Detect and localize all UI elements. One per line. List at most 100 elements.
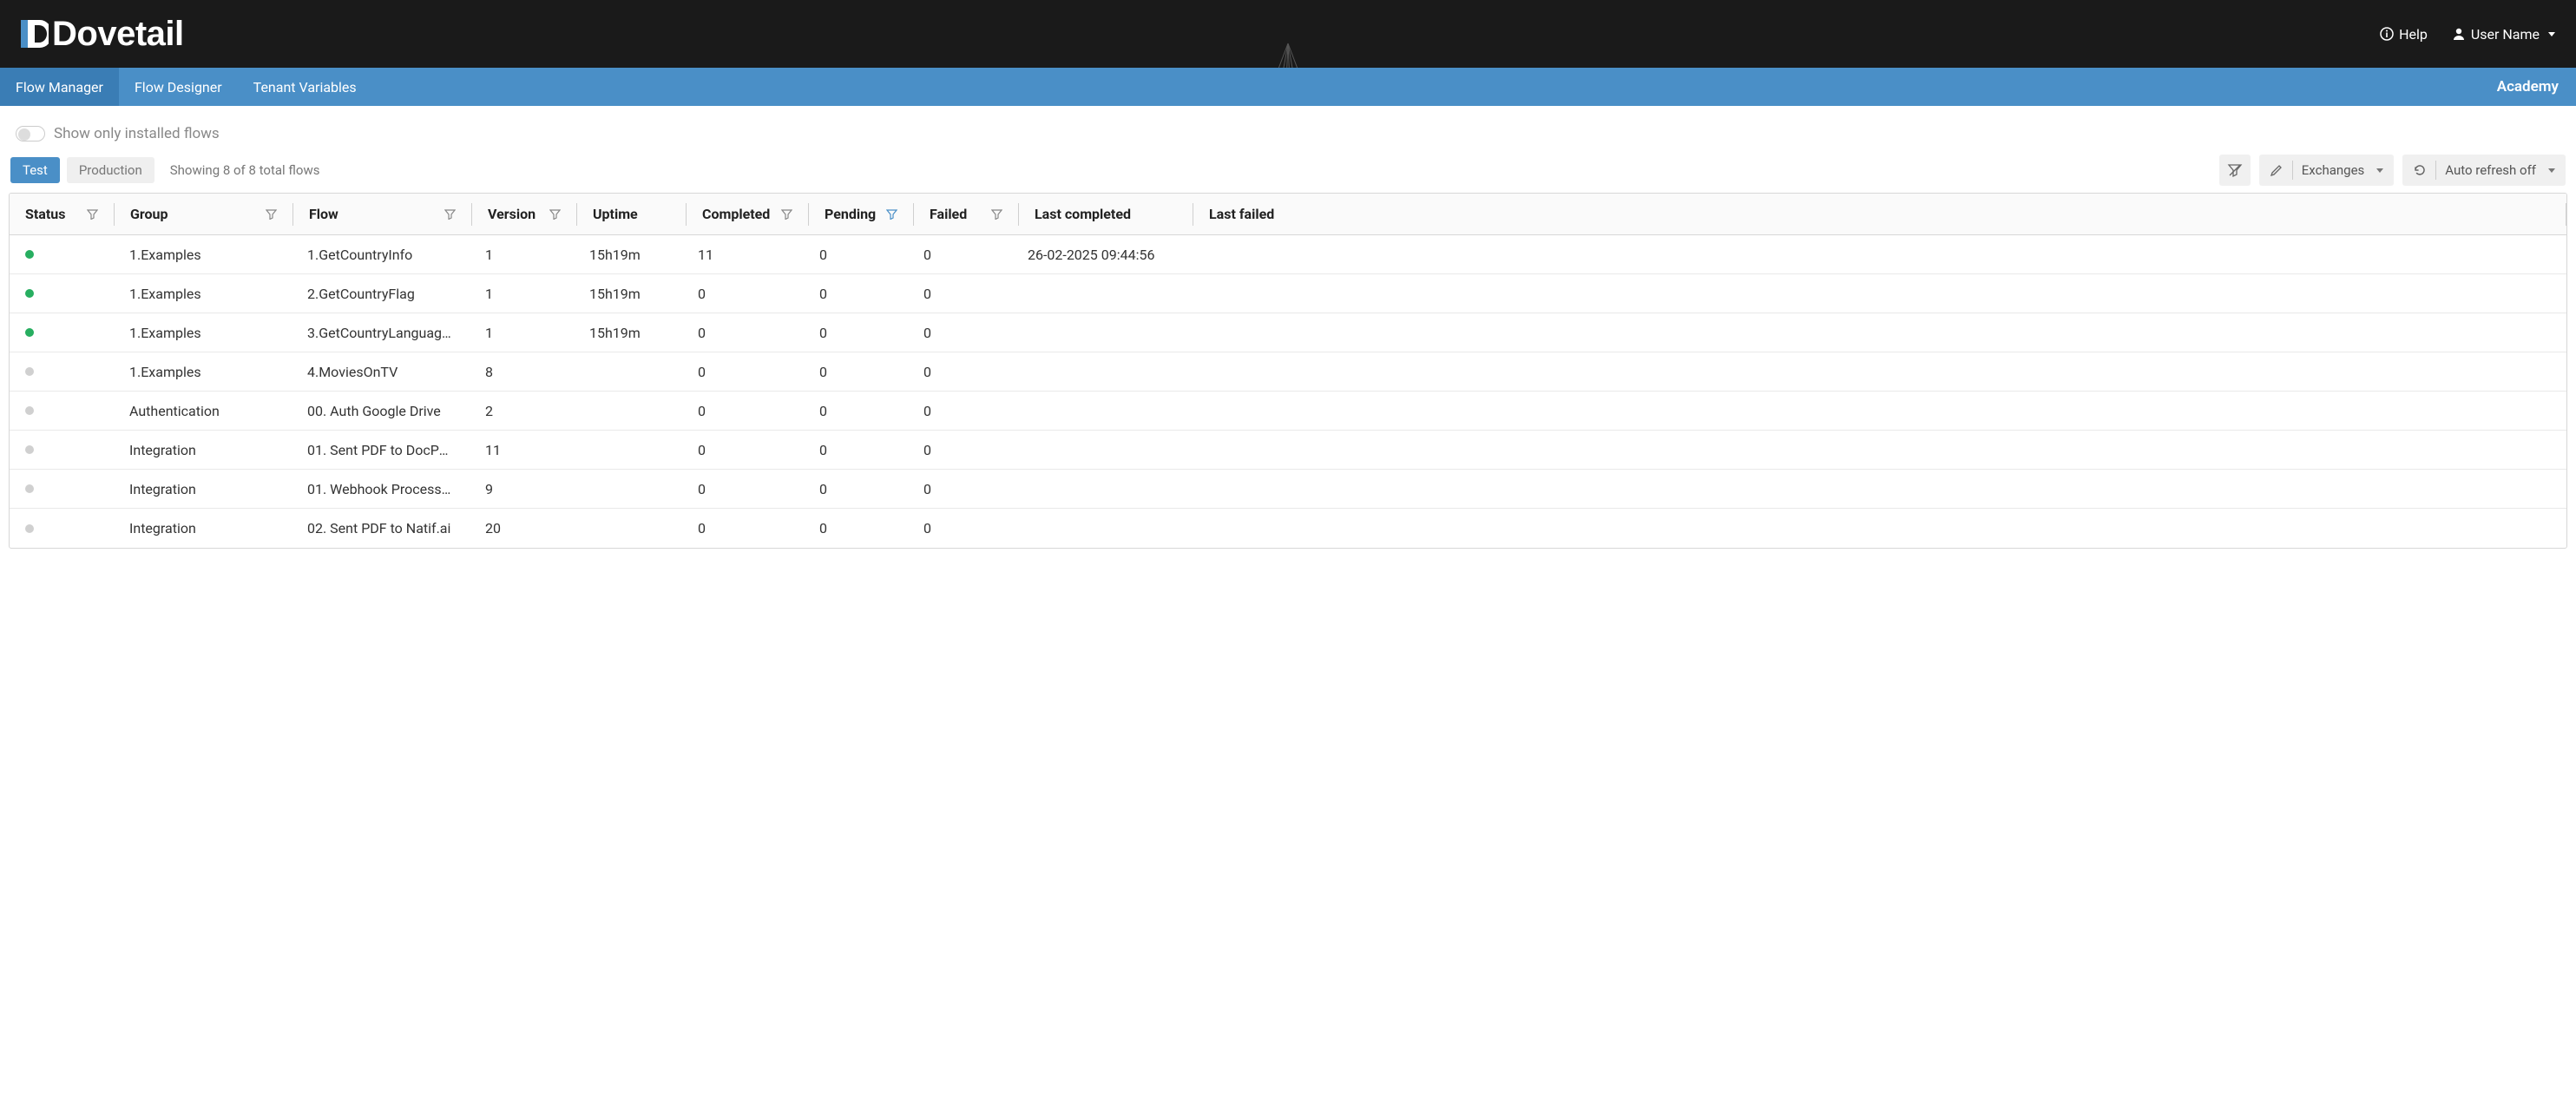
env-tabs: Test Production xyxy=(10,157,154,183)
exchanges-label: Exchanges xyxy=(2302,162,2365,178)
cell-version: 1 xyxy=(470,325,574,341)
pencil-icon xyxy=(2270,163,2284,177)
table-row[interactable]: 1.Examples 1.GetCountryInfo 1 15h19m 11 … xyxy=(10,235,2566,274)
cell-failed: 0 xyxy=(908,403,1012,419)
info-icon xyxy=(2380,27,2394,41)
help-link[interactable]: Help xyxy=(2380,26,2428,43)
cell-flow: 00. Auth Google Drive xyxy=(292,403,470,419)
cell-status xyxy=(10,289,114,298)
toolbar: Test Production Showing 8 of 8 total flo… xyxy=(9,155,2567,193)
auto-refresh-button[interactable]: Auto refresh off xyxy=(2402,155,2566,186)
toolbar-right: Exchanges Auto refresh off xyxy=(2219,155,2566,186)
cell-status xyxy=(10,328,114,337)
th-flow[interactable]: Flow xyxy=(293,206,471,222)
th-status[interactable]: Status xyxy=(10,206,114,222)
table-row[interactable]: Integration 02. Sent PDF to Natif.ai 20 … xyxy=(10,509,2566,548)
status-dot-icon xyxy=(25,445,34,454)
refresh-icon xyxy=(2413,163,2427,177)
cell-status xyxy=(10,406,114,415)
status-dot-icon xyxy=(25,289,34,298)
status-dot-icon xyxy=(25,367,34,376)
cell-group: Authentication xyxy=(114,403,292,419)
cell-group: 1.Examples xyxy=(114,286,292,302)
header-decoration xyxy=(897,0,1679,68)
cell-last-completed: 26-02-2025 09:44:56 xyxy=(1012,247,1186,263)
cell-group: 1.Examples xyxy=(114,364,292,380)
cell-version: 1 xyxy=(470,247,574,263)
filter-icon[interactable] xyxy=(87,208,98,220)
filter-icon[interactable] xyxy=(781,208,792,220)
main-nav: Flow Manager Flow Designer Tenant Variab… xyxy=(0,68,2576,106)
cell-pending: 0 xyxy=(804,247,908,263)
cell-completed: 11 xyxy=(682,247,804,263)
th-pending[interactable]: Pending xyxy=(809,206,913,222)
cell-group: 1.Examples xyxy=(114,247,292,263)
env-tab-production[interactable]: Production xyxy=(67,157,154,183)
brand-name: Dovetail xyxy=(52,15,184,54)
nav-tabs: Flow Manager Flow Designer Tenant Variab… xyxy=(0,68,372,106)
toggle-knob xyxy=(18,128,30,141)
installed-flows-toggle[interactable] xyxy=(16,126,45,142)
th-last-failed[interactable]: Last failed xyxy=(1193,206,2566,222)
cell-completed: 0 xyxy=(682,364,804,380)
th-completed[interactable]: Completed xyxy=(687,206,808,222)
table-row[interactable]: 1.Examples 2.GetCountryFlag 1 15h19m 0 0… xyxy=(10,274,2566,313)
cell-flow: 1.GetCountryInfo xyxy=(292,247,470,263)
cell-uptime: 15h19m xyxy=(574,325,682,341)
cell-version: 20 xyxy=(470,520,574,536)
table-body: 1.Examples 1.GetCountryInfo 1 15h19m 11 … xyxy=(10,235,2566,548)
installed-filter-row: Show only installed flows xyxy=(9,120,2567,155)
cell-flow: 2.GetCountryFlag xyxy=(292,286,470,302)
nav-tab-flow-manager[interactable]: Flow Manager xyxy=(0,68,119,106)
table-row[interactable]: Integration 01. Webhook Processe… 9 0 0 … xyxy=(10,470,2566,509)
nav-tab-flow-designer[interactable]: Flow Designer xyxy=(119,68,238,106)
nav-right-academy[interactable]: Academy xyxy=(2497,68,2559,106)
cell-failed: 0 xyxy=(908,364,1012,380)
user-menu[interactable]: User Name xyxy=(2452,26,2555,43)
status-dot-icon xyxy=(25,406,34,415)
env-tab-test[interactable]: Test xyxy=(10,157,60,183)
cell-version: 1 xyxy=(470,286,574,302)
table-row[interactable]: 1.Examples 4.MoviesOnTV 8 0 0 0 xyxy=(10,352,2566,392)
chevron-down-icon xyxy=(2548,32,2555,36)
filter-icon[interactable] xyxy=(444,208,456,220)
filter-icon[interactable] xyxy=(991,208,1002,220)
brand-logo[interactable]: Dovetail xyxy=(21,15,184,54)
cell-pending: 0 xyxy=(804,403,908,419)
cell-version: 9 xyxy=(470,481,574,497)
cell-failed: 0 xyxy=(908,520,1012,536)
auto-refresh-label: Auto refresh off xyxy=(2445,162,2536,178)
cell-completed: 0 xyxy=(682,286,804,302)
cell-pending: 0 xyxy=(804,325,908,341)
result-count: Showing 8 of 8 total flows xyxy=(170,162,320,178)
cell-status xyxy=(10,367,114,376)
cell-status xyxy=(10,524,114,533)
cell-uptime: 15h19m xyxy=(574,247,682,263)
table-row[interactable]: Authentication 00. Auth Google Drive 2 0… xyxy=(10,392,2566,431)
filter-icon[interactable] xyxy=(549,208,561,220)
cell-group: Integration xyxy=(114,520,292,536)
nav-tab-tenant-variables[interactable]: Tenant Variables xyxy=(238,68,372,106)
cell-failed: 0 xyxy=(908,247,1012,263)
th-uptime[interactable]: Uptime xyxy=(577,206,686,222)
exchanges-button[interactable]: Exchanges xyxy=(2259,155,2395,186)
cell-status xyxy=(10,484,114,493)
cell-status xyxy=(10,250,114,259)
th-version[interactable]: Version xyxy=(472,206,576,222)
clear-filters-button[interactable] xyxy=(2219,155,2251,186)
cell-completed: 0 xyxy=(682,325,804,341)
cell-version: 11 xyxy=(470,442,574,458)
logo-mark-icon xyxy=(21,16,49,51)
user-icon xyxy=(2452,27,2466,41)
th-last-completed[interactable]: Last completed xyxy=(1019,206,1193,222)
table-row[interactable]: Integration 01. Sent PDF to DocPar… 11 0… xyxy=(10,431,2566,470)
filter-icon[interactable] xyxy=(886,208,897,220)
nav-tab-label: Flow Manager xyxy=(16,79,103,95)
table-row[interactable]: 1.Examples 3.GetCountryLanguages 1 15h19… xyxy=(10,313,2566,352)
filter-icon[interactable] xyxy=(266,208,277,220)
cell-group: Integration xyxy=(114,481,292,497)
cell-uptime: 15h19m xyxy=(574,286,682,302)
status-dot-icon xyxy=(25,250,34,259)
th-group[interactable]: Group xyxy=(115,206,292,222)
th-failed[interactable]: Failed xyxy=(914,206,1018,222)
